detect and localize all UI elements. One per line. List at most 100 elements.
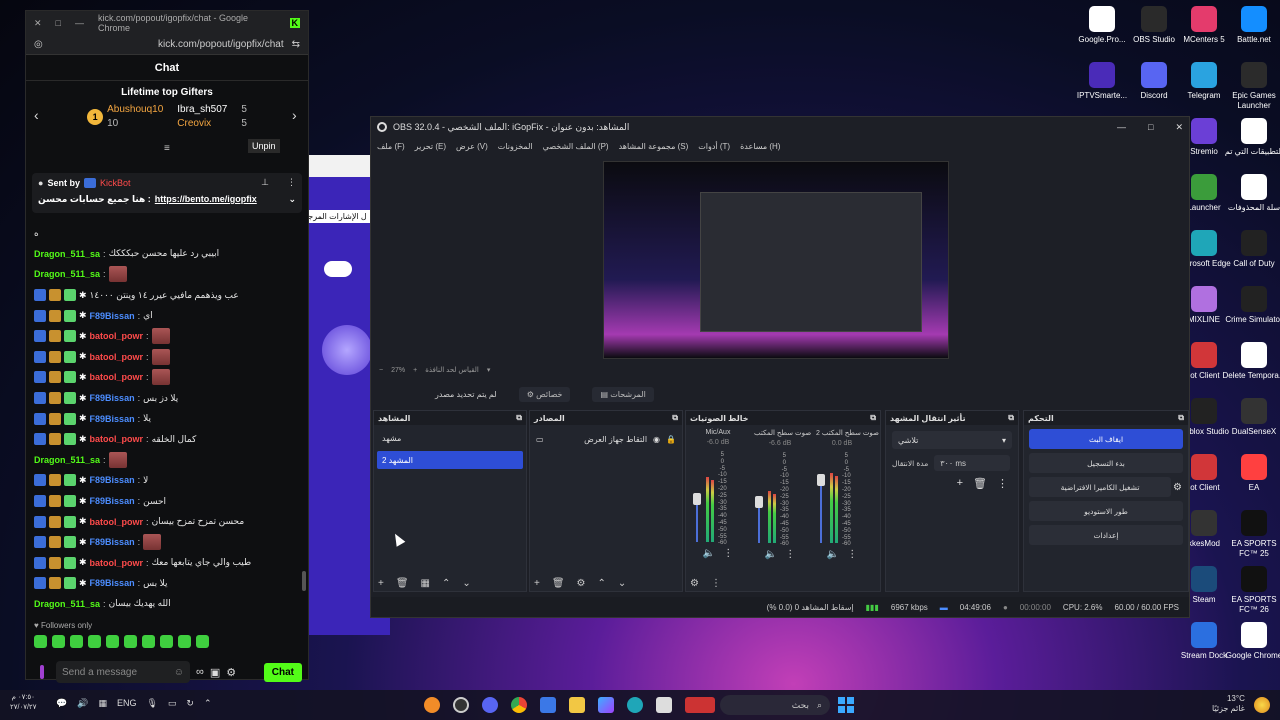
emote-row[interactable]: [34, 635, 209, 648]
chrome-taskbar-icon[interactable]: [511, 697, 527, 713]
battery-icon[interactable]: ▭: [168, 698, 177, 709]
volume-fader[interactable]: [696, 498, 698, 542]
settings-button[interactable]: إعدادات: [1029, 525, 1183, 545]
edge-taskbar-icon[interactable]: [627, 697, 643, 713]
chat-message[interactable]: ✱ F89Bissan: يلا دز بس: [34, 388, 302, 409]
file-explorer-icon[interactable]: [569, 697, 585, 713]
chat-message[interactable]: Dragon_511_sa:: [34, 450, 302, 471]
more-icon[interactable]: ⋮: [287, 177, 296, 188]
app-taskbar-icon[interactable]: [685, 697, 715, 713]
chat-username[interactable]: batool_powr: [90, 517, 144, 527]
obs-window[interactable]: OBS 32.0.4 - الملف الشخصي: iGopFix - الم…: [370, 116, 1190, 618]
volume-knob[interactable]: [693, 492, 701, 505]
tracking-icon[interactable]: ◎: [34, 39, 43, 50]
pinned-message[interactable]: ● Sent by KickBot ⊥ ⋮ هنا جميع حسابات مح…: [32, 173, 302, 213]
menu-item[interactable]: مجموعة المشاهد (S): [619, 142, 689, 151]
chat-username[interactable]: Dragon_511_sa: [34, 249, 100, 259]
trash-icon[interactable]: 🗑: [552, 578, 565, 589]
duration-input[interactable]: ٣٠٠ ms: [934, 455, 1011, 471]
firefox-icon[interactable]: [424, 697, 440, 713]
up-icon[interactable]: ⌃: [442, 578, 450, 589]
emote-icon[interactable]: [196, 635, 209, 648]
chat-username[interactable]: F89Bissan: [90, 414, 135, 424]
desktop-icon[interactable]: سلة المحذوفات: [1222, 174, 1280, 213]
notification-icon[interactable]: 💬: [56, 698, 67, 709]
volume-knob[interactable]: [817, 474, 825, 486]
chat-message[interactable]: ✱ batool_powr: كمال الخلقه: [34, 429, 302, 450]
desktop-icon[interactable]: التطبيقات التي تم: [1222, 118, 1280, 157]
chat-message[interactable]: ✱ F89Bissan: اي: [34, 305, 302, 326]
chat-message[interactable]: ✱ F89Bissan: احسن: [34, 491, 302, 512]
kick-chat-window[interactable]: ✕ □ — kick.com/popout/igopfix/chat - Goo…: [25, 10, 309, 683]
desktop-icon[interactable]: EA: [1222, 454, 1280, 493]
network-icon[interactable]: ▦: [98, 698, 107, 709]
minimize-icon[interactable]: —: [1117, 122, 1126, 132]
chat-username[interactable]: F89Bissan: [90, 475, 135, 485]
url-bar[interactable]: ◎ kick.com/popout/igopfix/chat ⇆: [26, 35, 308, 55]
menu-item[interactable]: عرض (V): [456, 142, 488, 151]
properties-button[interactable]: ⚙ خصائص: [518, 386, 571, 402]
down-icon[interactable]: ⌄: [618, 578, 626, 589]
clock[interactable]: ٠٧:٥٠ م ٢٧/٠٧/٢٧: [10, 693, 36, 713]
chat-username[interactable]: F89Bissan: [90, 578, 135, 588]
studio-mode-button[interactable]: طور الاستوديو: [1029, 501, 1183, 521]
settings-icon[interactable]: ⚙: [226, 666, 236, 679]
taskview-icon[interactable]: [656, 697, 672, 713]
chevron-left-icon[interactable]: ‹: [34, 107, 39, 123]
more-icon[interactable]: ⋮: [711, 578, 721, 589]
chat-scrollbar[interactable]: [302, 571, 306, 591]
start-recording-button[interactable]: بدء التسجيل: [1029, 453, 1183, 473]
filters-button[interactable]: ▤ المرشحات: [592, 386, 654, 402]
gifter-name[interactable]: Ibra_sh507: [177, 104, 227, 115]
desktop-icon[interactable]: Epic Games Launcher: [1222, 62, 1280, 111]
emote-icon[interactable]: [70, 635, 83, 648]
menu-item[interactable]: الملف الشخصي (P): [543, 142, 609, 151]
virtual-camera-button[interactable]: تشغيل الكاميرا الافتراضية: [1029, 477, 1172, 497]
desktop-icon[interactable]: Crime Simulator: [1222, 286, 1280, 325]
chat-username[interactable]: batool_powr: [90, 558, 144, 568]
eye-icon[interactable]: ◉: [653, 435, 660, 444]
scene-item[interactable]: مشهد: [377, 429, 523, 447]
pinned-link[interactable]: https://bento.me/igopfix: [155, 194, 257, 205]
menu-item[interactable]: تحرير (E): [415, 142, 446, 151]
desktop-icon[interactable]: DualSenseX: [1222, 398, 1280, 437]
menu-item[interactable]: ملف (F): [377, 142, 405, 151]
speaker-icon[interactable]: 🔈: [827, 549, 839, 560]
gear-icon[interactable]: ⚙: [577, 578, 586, 589]
chat-username[interactable]: batool_powr: [90, 352, 144, 362]
menu-item[interactable]: مساعدة (H): [740, 142, 780, 151]
speaker-icon[interactable]: 🔈: [765, 549, 777, 560]
close-icon[interactable]: ✕: [1175, 122, 1183, 133]
mic-icon[interactable]: 🎙: [146, 698, 157, 709]
filter-icon[interactable]: ▦: [421, 578, 430, 589]
desktop-icon[interactable]: Delete Tempora...: [1222, 342, 1280, 381]
emoji-icon[interactable]: ☺: [174, 667, 184, 678]
chevron-up-icon[interactable]: ⌃: [204, 698, 212, 709]
emote-icon[interactable]: [88, 635, 101, 648]
gifter-name[interactable]: Abushouq10: [107, 104, 163, 115]
up-icon[interactable]: ⌃: [598, 578, 606, 589]
scene-item-selected[interactable]: المشهد 2: [377, 451, 523, 469]
volume-fader[interactable]: [820, 480, 822, 543]
down-icon[interactable]: ⌄: [462, 578, 470, 589]
infinity-icon[interactable]: ∞: [196, 666, 204, 678]
language-indicator[interactable]: ENG: [117, 698, 137, 709]
chat-message[interactable]: Dragon_511_sa: ابيبي رد عليها محسن حبكككك: [34, 244, 302, 265]
discord-taskbar-icon[interactable]: [482, 697, 498, 713]
emote-icon[interactable]: [142, 635, 155, 648]
chat-username[interactable]: Dragon_511_sa: [34, 455, 100, 465]
volume-knob[interactable]: [755, 495, 763, 508]
chat-username[interactable]: batool_powr: [90, 331, 144, 341]
dock-float-icon[interactable]: ⧉: [1008, 413, 1014, 423]
speaker-icon[interactable]: 🔈: [703, 548, 715, 559]
dock-float-icon[interactable]: ⧉: [870, 413, 876, 423]
close-icon[interactable]: ✕: [34, 18, 42, 29]
source-item[interactable]: ▭ التقاط جهاز العرض ◉ 🔒: [530, 431, 682, 447]
chat-username[interactable]: F89Bissan: [90, 311, 135, 321]
more-icon[interactable]: ⋮: [997, 477, 1008, 490]
menu-item[interactable]: المخزونات: [498, 142, 533, 151]
search-box[interactable]: بحث ⌕: [720, 695, 830, 715]
send-message-input[interactable]: Send a message ☺: [56, 661, 190, 683]
chat-message[interactable]: ✱ batool_powr:: [34, 347, 302, 368]
mic-icon[interactable]: [40, 665, 44, 679]
